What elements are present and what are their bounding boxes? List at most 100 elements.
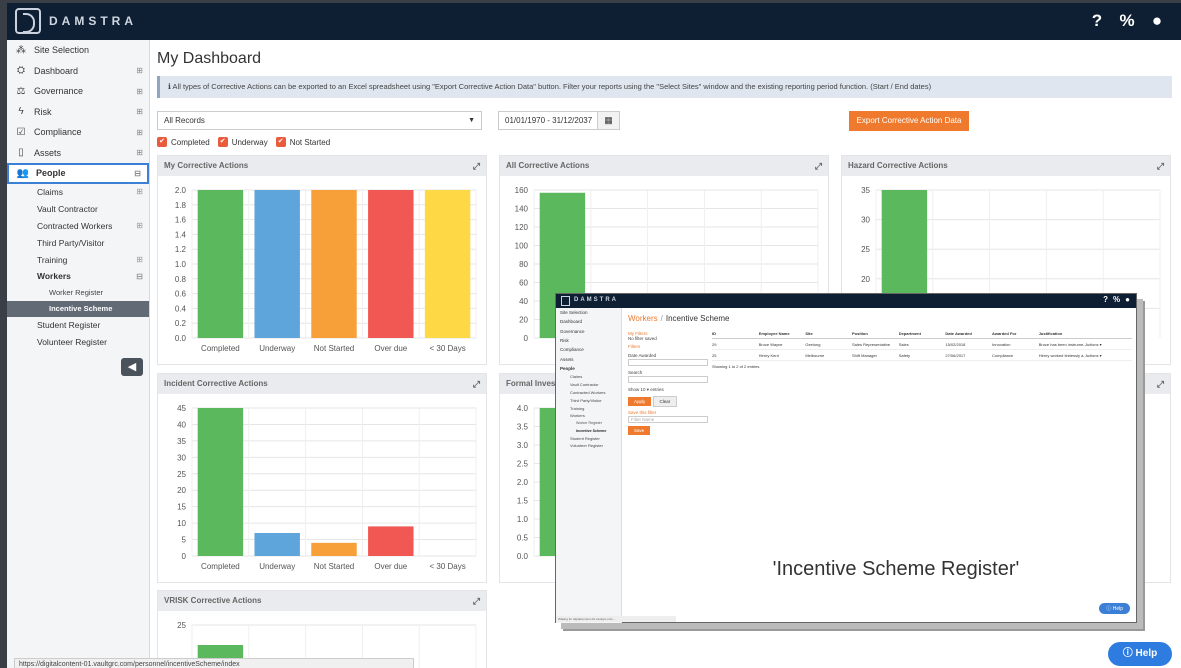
preview-sub-item: Volunteer Register — [570, 443, 603, 449]
expand-panel-icon[interactable]: ⤢ — [473, 374, 480, 394]
y-tick-label: 15 — [177, 503, 186, 512]
sidebar-item-workers[interactable]: Workers ⊟ — [7, 268, 149, 285]
y-tick-label: 3.0 — [517, 441, 529, 450]
expand-icon[interactable]: ⊞ — [136, 148, 143, 157]
user-icon[interactable]: ● — [1147, 11, 1167, 31]
preview-sub-item: Third Party/Visitor — [570, 397, 602, 403]
expand-icon[interactable]: ⊞ — [136, 255, 143, 264]
sidebar-item-risk[interactable]: ϟ Risk ⊞ — [7, 102, 149, 123]
expand-panel-icon[interactable]: ⤢ — [1157, 156, 1164, 176]
date-range-input[interactable]: 01/01/1970 - 31/12/2037 — [498, 111, 598, 130]
sidebar-item-claims[interactable]: Claims ⊞ — [7, 184, 149, 201]
y-tick-label: 40 — [519, 297, 528, 306]
x-tick-label: Over due — [374, 562, 407, 571]
filter-completed[interactable]: ✔ Completed — [157, 137, 210, 147]
table-cell: Henry worked tirelessly a... — [1038, 352, 1086, 358]
preview-sub-item: Student Register — [570, 435, 600, 441]
y-tick-label: 35 — [177, 437, 186, 446]
sidebar-item-student-register[interactable]: Student Register — [7, 317, 149, 334]
damstra-logo-icon — [561, 296, 570, 306]
help-icon[interactable]: ? — [1087, 11, 1107, 31]
x-tick-label: Underway — [259, 562, 295, 571]
column-header: Date Awarded — [945, 330, 972, 336]
export-corrective-action-button[interactable]: Export Corrective Action Data — [849, 111, 969, 131]
preview-search-field — [628, 376, 708, 383]
panel-title: Formal Inves — [506, 379, 556, 388]
sidebar-item-site-selection[interactable]: ⁂ Site Selection — [7, 40, 149, 61]
y-tick-label: 60 — [519, 279, 528, 288]
preview-nav-item: Governance — [560, 328, 585, 334]
column-header: Department — [898, 330, 921, 336]
y-tick-label: 2.0 — [175, 186, 187, 195]
expand-icon[interactable]: ⊞ — [136, 87, 143, 96]
x-tick-label: < 30 Days — [429, 562, 465, 571]
expand-icon[interactable]: ⊞ — [136, 66, 143, 75]
expand-panel-icon[interactable]: ⤢ — [815, 156, 822, 176]
expand-panel-icon[interactable]: ⤢ — [473, 591, 480, 611]
expand-icon[interactable]: ⊞ — [136, 107, 143, 116]
collapse-icon[interactable]: ⊟ — [134, 169, 141, 178]
sidebar-item-training[interactable]: Training ⊞ — [7, 251, 149, 268]
bolt-icon: ϟ — [18, 106, 24, 118]
sidebar-item-vault-contractor[interactable]: Vault Contractor — [7, 200, 149, 217]
expand-panel-icon[interactable]: ⤢ — [1157, 374, 1164, 394]
table-cell: Bruce Wayne — [758, 341, 783, 347]
expand-panel-icon[interactable]: ⤢ — [473, 156, 480, 176]
sidebar-item-assets[interactable]: ▯ Assets ⊞ — [7, 143, 149, 164]
x-tick-label: Completed — [201, 562, 240, 571]
panel-title: VRISK Corrective Actions — [164, 596, 262, 605]
column-header: Position — [852, 330, 868, 336]
sidebar-item-dashboard[interactable]: ⛭ Dashboard ⊞ — [7, 61, 149, 82]
sidebar-item-contracted-workers[interactable]: Contracted Workers ⊞ — [7, 217, 149, 234]
records-select[interactable]: All Records ▼ — [157, 111, 482, 130]
preview-nav-item: Assets — [560, 356, 574, 362]
x-tick-label: Completed — [201, 344, 240, 353]
preview-sub-item: Claims — [570, 374, 583, 380]
info-banner: ℹ All types of Corrective Actions can be… — [157, 76, 1172, 98]
sidebar-item-volunteer-register[interactable]: Volunteer Register — [7, 334, 149, 351]
preview-sub2-item: Incentive Scheme — [576, 428, 607, 433]
preview-nav-item: Compliance — [560, 347, 584, 353]
sidebar-item-incentive-scheme[interactable]: Incentive Scheme — [7, 300, 149, 317]
column-header: Site — [805, 330, 813, 336]
collapse-sidebar-icon[interactable]: ◀ — [121, 358, 143, 376]
y-tick-label: 140 — [515, 205, 529, 214]
y-tick-label: 120 — [515, 223, 529, 232]
bar — [424, 190, 471, 338]
preview-nav-item: Risk — [560, 338, 569, 344]
table-cell: Safety — [898, 352, 911, 358]
preview-date-field — [628, 359, 708, 366]
calendar-icon[interactable]: ▦ — [598, 111, 620, 130]
filter-not-started[interactable]: ✔ Not Started — [275, 137, 330, 147]
collapse-icon[interactable]: ⊟ — [136, 272, 143, 281]
link-icon[interactable]: % — [1117, 11, 1137, 31]
sidebar-item-compliance[interactable]: ☑ Compliance ⊞ — [7, 122, 149, 143]
help-button[interactable]: ⓘ Help — [1108, 642, 1172, 666]
status-url: https://digitalcontent-01.vaultgrc.com/p… — [14, 658, 414, 668]
expand-icon[interactable]: ⊞ — [136, 128, 143, 137]
sidebar-item-worker-register[interactable]: Worker Register — [7, 285, 149, 301]
preview-nav-item: Dashboard — [560, 319, 583, 325]
scales-icon: ⚖ — [16, 85, 26, 97]
filter-underway[interactable]: ✔ Underway — [217, 137, 268, 147]
panel-vrisk-corrective-actions: VRISK Corrective Actions ⤢ 25 — [157, 590, 487, 668]
y-tick-label: 40 — [177, 420, 186, 429]
panel-title: All Corrective Actions — [506, 161, 590, 170]
link-icon: % — [1113, 295, 1121, 304]
sidebar-item-governance[interactable]: ⚖ Governance ⊞ — [7, 81, 149, 102]
preview-nav-item: People — [560, 365, 575, 371]
table-cell: Geelong — [805, 341, 821, 347]
expand-icon[interactable]: ⊞ — [136, 221, 143, 230]
y-tick-label: 20 — [519, 316, 528, 325]
chart-my-corrective-actions: 0.0 0.2 0.4 0.6 0.8 1.0 1.2 1.4 1.6 1.8 2.0 Complet… — [175, 186, 477, 353]
logo-text: DAMSTRA — [49, 14, 137, 28]
status-filters: ✔ Completed ✔ Underway ✔ Not Started — [157, 137, 330, 147]
user-icon: ● — [1125, 295, 1130, 304]
table-cell: Sales Representative — [852, 341, 891, 347]
preview-table-header: ID Employee Name Site Position Department Dat… — [712, 328, 1132, 339]
table-cell: Sales — [898, 341, 909, 347]
preview-nav-item: Site Selection — [560, 310, 588, 316]
sidebar-item-people[interactable]: 👥 People ⊟ — [7, 163, 149, 184]
sidebar-item-third-party[interactable]: Third Party/Visitor — [7, 234, 149, 251]
expand-icon[interactable]: ⊞ — [136, 187, 143, 196]
